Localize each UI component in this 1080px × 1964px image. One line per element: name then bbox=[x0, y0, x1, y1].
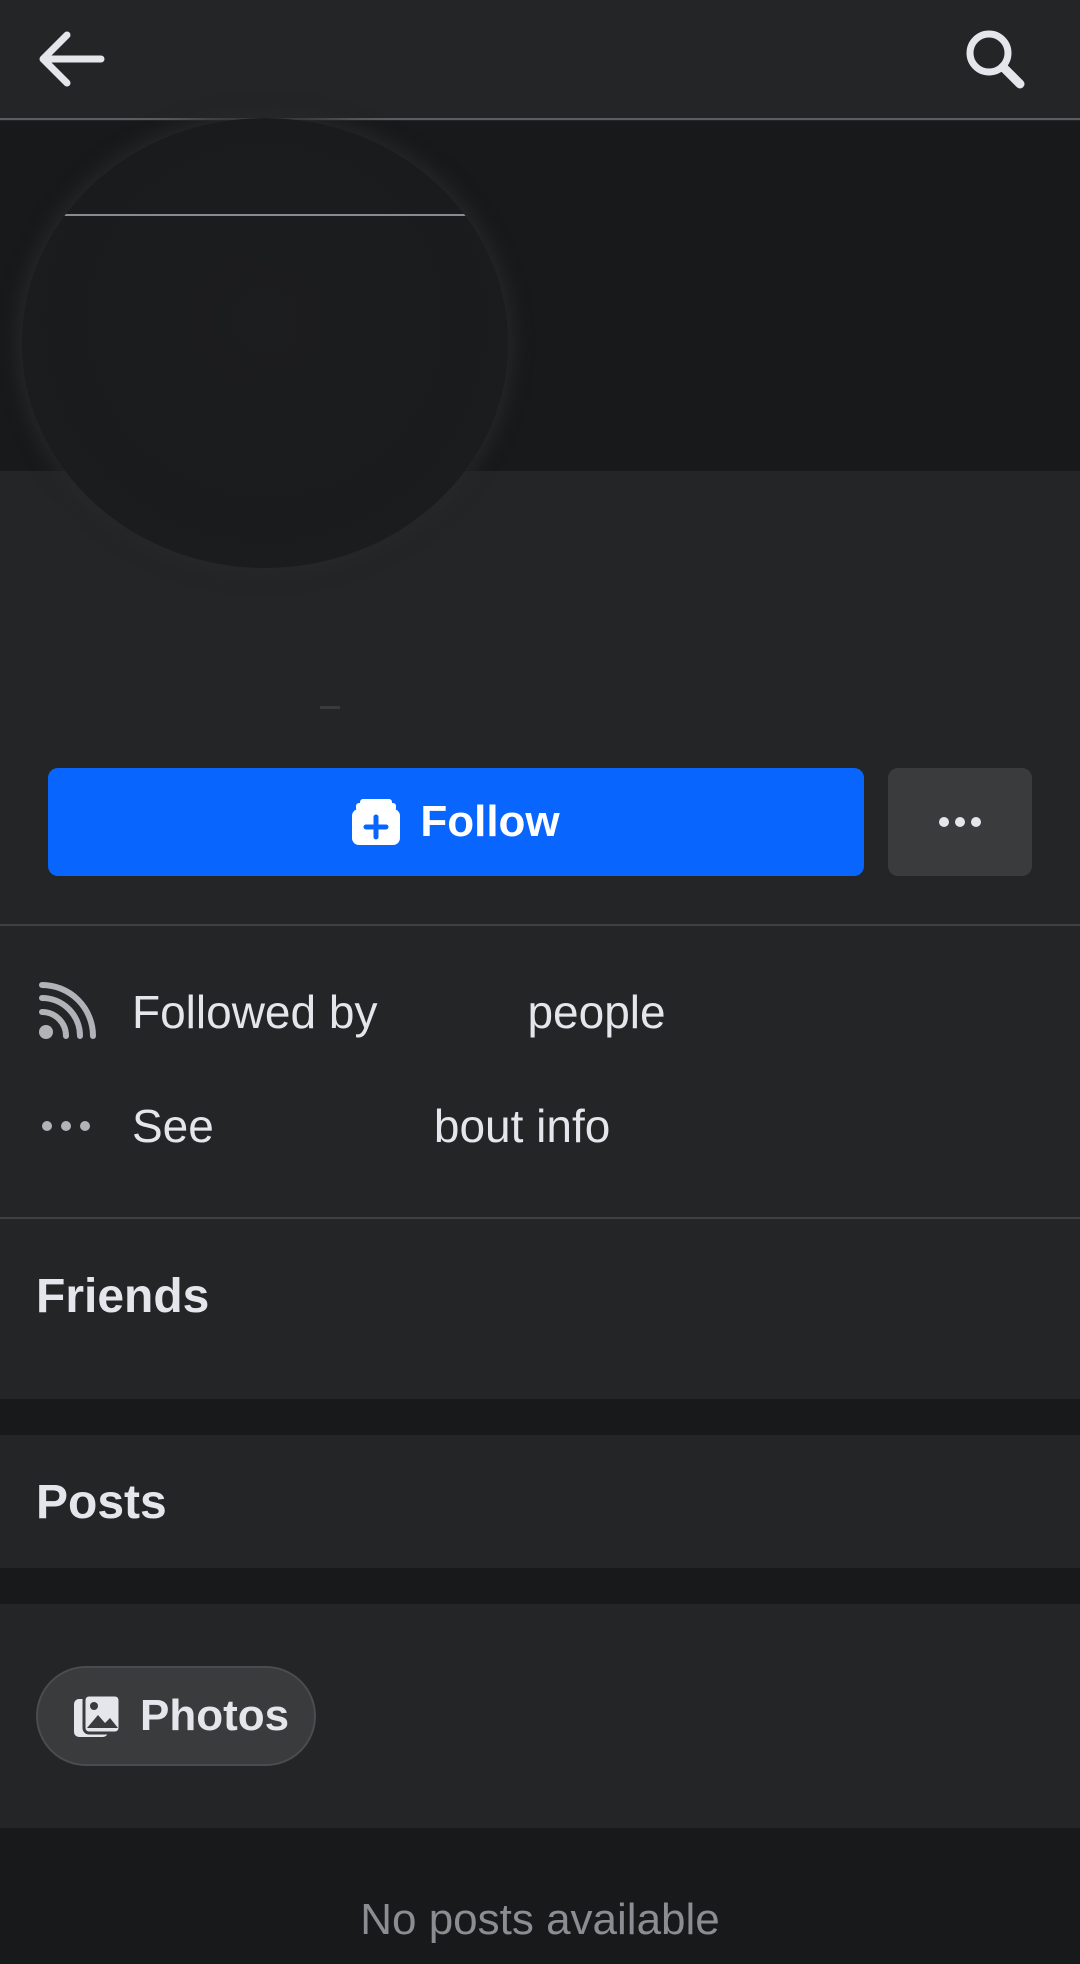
section-separator bbox=[0, 1568, 1080, 1604]
followers-row[interactable]: Followed by people bbox=[0, 962, 1080, 1062]
ellipsis-icon bbox=[34, 1094, 98, 1158]
followers-text: Followed by people bbox=[132, 986, 666, 1038]
photos-chip[interactable]: Photos bbox=[36, 1666, 316, 1766]
more-horizontal-icon bbox=[939, 817, 981, 827]
divider bbox=[0, 924, 1080, 926]
top-bar bbox=[0, 0, 1080, 120]
profile-avatar[interactable] bbox=[22, 118, 508, 568]
follow-plus-icon bbox=[352, 799, 401, 845]
search-icon bbox=[966, 30, 1025, 89]
about-info-text: See bout info bbox=[132, 1100, 611, 1152]
friends-section: Friends bbox=[0, 1219, 1080, 1399]
rss-icon bbox=[34, 980, 98, 1044]
photos-icon bbox=[74, 1693, 122, 1737]
photos-label: Photos bbox=[140, 1691, 290, 1740]
avatar-highlight bbox=[42, 214, 482, 216]
back-button[interactable] bbox=[26, 14, 116, 104]
more-options-button[interactable] bbox=[888, 768, 1032, 876]
follow-button[interactable]: Follow bbox=[48, 768, 864, 876]
no-posts-message: No posts available bbox=[360, 1895, 720, 1944]
arrow-left-icon bbox=[39, 31, 105, 87]
about-info-row[interactable]: See bout info bbox=[0, 1076, 1080, 1176]
profile-page: Follow Followed by people See bout info … bbox=[0, 0, 1080, 1964]
friends-title: Friends bbox=[36, 1270, 210, 1323]
section-separator bbox=[0, 1399, 1080, 1435]
posts-title: Posts bbox=[36, 1476, 167, 1529]
posts-section: Posts bbox=[0, 1435, 1080, 1568]
follow-label: Follow bbox=[420, 797, 560, 846]
profile-name bbox=[320, 706, 340, 709]
search-button[interactable] bbox=[950, 14, 1040, 104]
